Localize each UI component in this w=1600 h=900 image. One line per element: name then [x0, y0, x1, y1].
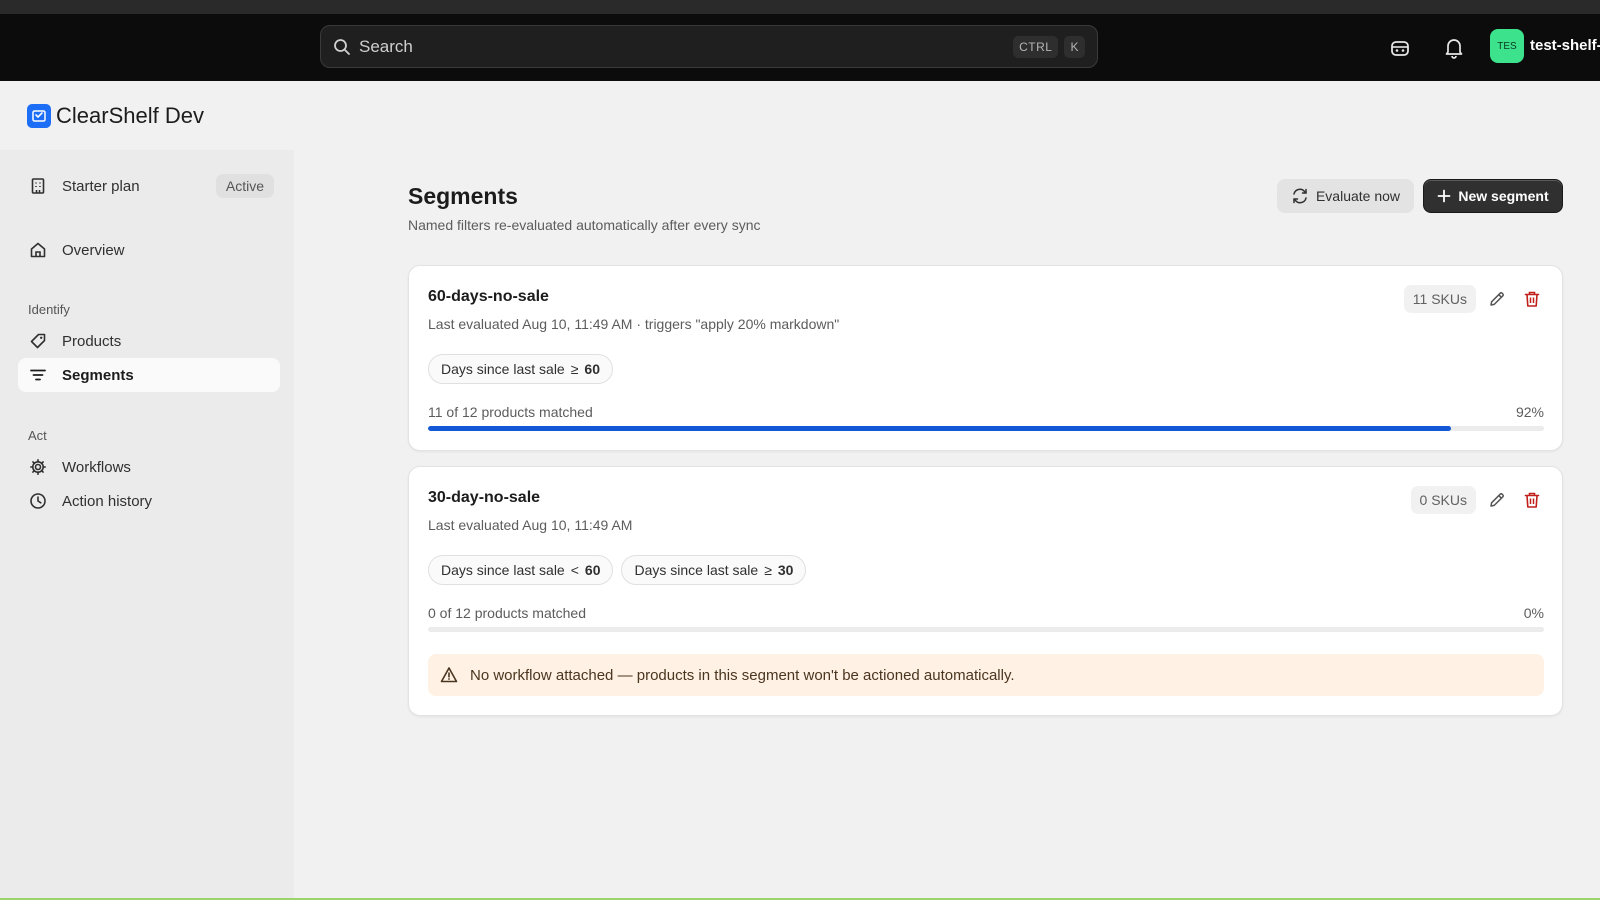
evaluate-now-label: Evaluate now: [1315, 188, 1401, 204]
condition-chip[interactable]: Days since last sale ≥ 60: [428, 354, 613, 384]
window-top-strip: [0, 0, 1600, 14]
condition-chip[interactable]: Days since last sale < 60: [428, 555, 614, 585]
match-count-text: 11 of 12 products matched: [428, 404, 593, 420]
sidebar-item-label: Workflows: [62, 458, 131, 476]
gear-icon: [28, 457, 48, 477]
clock-icon: [28, 491, 48, 511]
sidebar-plan[interactable]: Starter plan Active: [18, 169, 280, 203]
refresh-icon: [1293, 188, 1307, 204]
sidebar-item-products[interactable]: Products: [18, 324, 280, 358]
top-bar: Search CTRL K TES test-shelf-: [0, 14, 1600, 81]
warning-triangle-icon: [440, 667, 458, 683]
condition-chips: Days since last sale ≥ 60: [428, 354, 613, 384]
condition-operator: ≥: [570, 361, 579, 377]
evaluate-now-button[interactable]: Evaluate now: [1277, 179, 1414, 213]
search-input[interactable]: Search CTRL K: [320, 25, 1098, 68]
warning-text: No workflow attached — products in this …: [470, 666, 1015, 684]
edit-pencil-icon[interactable]: [1486, 489, 1508, 511]
delete-trash-icon[interactable]: [1521, 288, 1543, 310]
match-percent: 0%: [1523, 605, 1544, 621]
notification-bell-icon[interactable]: [1441, 35, 1467, 61]
sidebar-item-segments[interactable]: Segments: [18, 358, 280, 392]
sidebar-item-label: Segments: [62, 366, 134, 384]
shortcut-key-ctrl: CTRL: [1013, 35, 1059, 58]
match-count-text: 0 of 12 products matched: [428, 605, 586, 621]
segment-meta: Last evaluated Aug 10, 11:49 AM: [428, 517, 633, 533]
new-segment-label: New segment: [1458, 188, 1549, 204]
segment-meta: Last evaluated Aug 10, 11:49 AM · trigge…: [428, 316, 840, 332]
segment-card: 30-day-no-sale Last evaluated Aug 10, 11…: [408, 466, 1563, 716]
condition-chips: Days since last sale < 60 Days since las…: [428, 555, 807, 585]
delete-trash-icon[interactable]: [1521, 489, 1543, 511]
segment-card: 60-days-no-sale Last evaluated Aug 10, 1…: [408, 265, 1563, 451]
sidebar-item-label: Overview: [62, 241, 125, 259]
segment-name[interactable]: 60-days-no-sale: [428, 288, 549, 306]
segment-name[interactable]: 30-day-no-sale: [428, 489, 540, 507]
condition-field: Days since last sale: [634, 562, 759, 578]
condition-operator: <: [570, 562, 579, 578]
match-progress-fill: [428, 426, 1452, 431]
search-placeholder: Search: [359, 36, 413, 56]
home-icon: [28, 240, 48, 260]
app-name: ClearShelf Dev: [56, 103, 204, 128]
brand: ClearShelf Dev: [27, 103, 204, 129]
no-workflow-warning: No workflow attached — products in this …: [428, 654, 1544, 696]
plus-icon: [1437, 189, 1451, 203]
section-heading-act: Act: [28, 428, 47, 443]
condition-value: 60: [584, 361, 600, 377]
page-subtitle: Named filters re-evaluated automatically…: [408, 217, 761, 233]
condition-value: 60: [584, 562, 601, 578]
avatar[interactable]: TES: [1490, 29, 1524, 63]
condition-field: Days since last sale: [441, 361, 565, 377]
tag-icon: [28, 331, 48, 351]
plan-label: Starter plan: [62, 177, 140, 195]
sidebar: Starter plan Active Overview Identify Pr…: [0, 150, 294, 900]
sidebar-item-overview[interactable]: Overview: [18, 233, 280, 267]
sku-count-badge: 11 SKUs: [1403, 285, 1476, 313]
condition-field: Days since last sale: [441, 562, 565, 578]
sidebar-item-label: Products: [62, 332, 122, 350]
sidebar-item-workflows[interactable]: Workflows: [18, 450, 280, 484]
edit-pencil-icon[interactable]: [1486, 288, 1508, 310]
filter-lines-icon: [28, 365, 48, 385]
search-icon: [334, 38, 350, 55]
new-segment-button[interactable]: New segment: [1423, 179, 1563, 213]
building-icon: [28, 176, 48, 196]
sidebar-item-label: Action history: [62, 492, 153, 510]
page-title: Segments: [408, 183, 518, 209]
store-switcher-icon[interactable]: [1387, 35, 1413, 61]
match-progress-bar: [428, 627, 1544, 632]
match-progress-bar: [428, 426, 1544, 431]
shortcut-key-k: K: [1064, 35, 1085, 58]
plan-status-badge: Active: [215, 174, 274, 198]
condition-chip[interactable]: Days since last sale ≥ 30: [621, 555, 807, 585]
sku-count-badge: 0 SKUs: [1410, 486, 1476, 514]
condition-operator: ≥: [764, 562, 772, 578]
app-logo-icon: [27, 104, 51, 128]
section-heading-identify: Identify: [28, 302, 70, 317]
condition-value: 30: [777, 562, 794, 578]
store-name[interactable]: test-shelf-: [1530, 37, 1600, 54]
match-percent: 92%: [1515, 404, 1544, 420]
sidebar-item-action-history[interactable]: Action history: [18, 484, 280, 518]
